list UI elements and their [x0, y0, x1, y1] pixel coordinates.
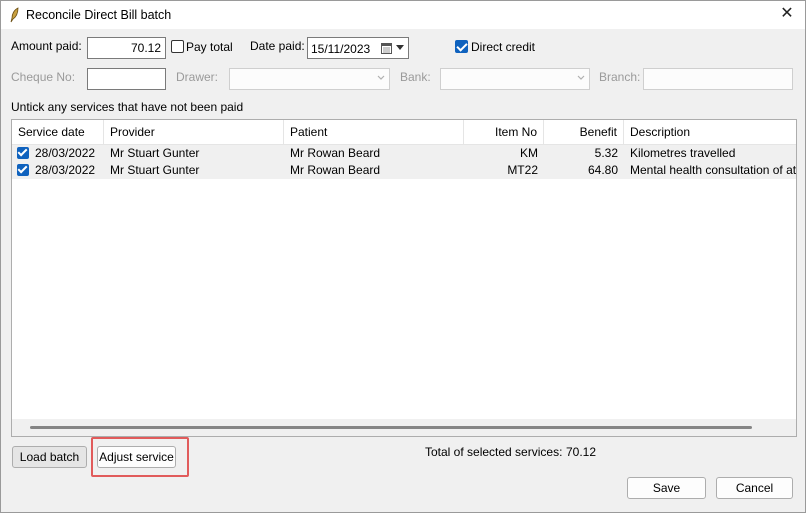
bank-label: Bank:: [400, 70, 431, 84]
date-paid-label: Date paid:: [250, 39, 305, 53]
col-benefit[interactable]: Benefit: [544, 120, 624, 144]
chevron-down-icon: [577, 75, 585, 80]
grid-header: Service date Provider Patient Item No Be…: [12, 120, 796, 145]
app-feather-icon: [10, 7, 19, 23]
total-label: Total of selected services:: [425, 445, 563, 459]
calendar-icon[interactable]: [381, 42, 392, 54]
col-patient[interactable]: Patient: [284, 120, 464, 144]
cheque-no-input[interactable]: [87, 68, 166, 90]
cell-provider: Mr Stuart Gunter: [110, 163, 200, 177]
bank-combo[interactable]: [440, 68, 590, 90]
cancel-button[interactable]: Cancel: [716, 477, 793, 499]
row-checkbox[interactable]: [17, 147, 29, 159]
cell-description: Mental health consultation of at leas: [630, 163, 796, 177]
row-checkbox[interactable]: [17, 164, 29, 176]
instructions-text: Untick any services that have not been p…: [11, 100, 244, 114]
branch-input[interactable]: [643, 68, 793, 90]
cheque-no-field[interactable]: [88, 69, 165, 89]
cell-benefit: 64.80: [587, 163, 618, 177]
amount-paid-input[interactable]: [87, 37, 166, 59]
scrollbar-thumb[interactable]: [30, 426, 752, 429]
cheque-no-label: Cheque No:: [11, 70, 76, 84]
window-title: Reconcile Direct Bill batch: [26, 8, 172, 22]
cell-description: Kilometres travelled: [630, 146, 736, 160]
chevron-down-icon: [377, 75, 385, 80]
cell-service-date: 28/03/2022: [35, 163, 96, 177]
adjust-service-button[interactable]: Adjust service: [97, 446, 176, 468]
cell-service-date: 28/03/2022: [35, 146, 96, 160]
date-paid-value: 15/11/2023: [311, 42, 371, 56]
col-provider[interactable]: Provider: [104, 120, 284, 144]
title-bar: Reconcile Direct Bill batch ✕: [1, 1, 805, 29]
date-paid-picker[interactable]: 15/11/2023: [307, 37, 409, 59]
branch-label: Branch:: [599, 70, 641, 84]
pay-total-checkbox[interactable]: [171, 40, 184, 53]
dropdown-arrow-icon[interactable]: [396, 45, 404, 51]
col-item-no[interactable]: Item No: [464, 120, 544, 144]
total-value: 70.12: [566, 445, 597, 459]
cell-benefit: 5.32: [594, 146, 618, 160]
save-button[interactable]: Save: [627, 477, 706, 499]
direct-credit-label: Direct credit: [471, 40, 536, 54]
amount-paid-value[interactable]: [88, 38, 165, 58]
cell-item-no: KM: [520, 146, 538, 160]
direct-credit-checkbox[interactable]: [455, 40, 468, 53]
col-description[interactable]: Description: [624, 120, 796, 144]
load-batch-button[interactable]: Load batch: [12, 446, 87, 468]
pay-total-label: Pay total: [186, 40, 233, 54]
drawer-combo[interactable]: [229, 68, 390, 90]
cell-provider: Mr Stuart Gunter: [110, 146, 200, 160]
close-icon[interactable]: ✕: [779, 6, 795, 22]
services-grid: Service date Provider Patient Item No Be…: [11, 119, 797, 437]
reconcile-dialog: Reconcile Direct Bill batch ✕ Amount pai…: [0, 0, 806, 513]
horizontal-scrollbar[interactable]: [12, 419, 796, 436]
cell-patient: Mr Rowan Beard: [290, 163, 381, 177]
amount-paid-label: Amount paid:: [11, 39, 82, 53]
table-row[interactable]: 28/03/2022 Mr Stuart Gunter Mr Rowan Bea…: [12, 162, 796, 179]
col-service-date[interactable]: Service date: [12, 120, 104, 144]
drawer-label: Drawer:: [176, 70, 219, 84]
cell-item-no: MT22: [507, 163, 538, 177]
cell-patient: Mr Rowan Beard: [290, 146, 381, 160]
table-row[interactable]: 28/03/2022 Mr Stuart Gunter Mr Rowan Bea…: [12, 145, 796, 162]
